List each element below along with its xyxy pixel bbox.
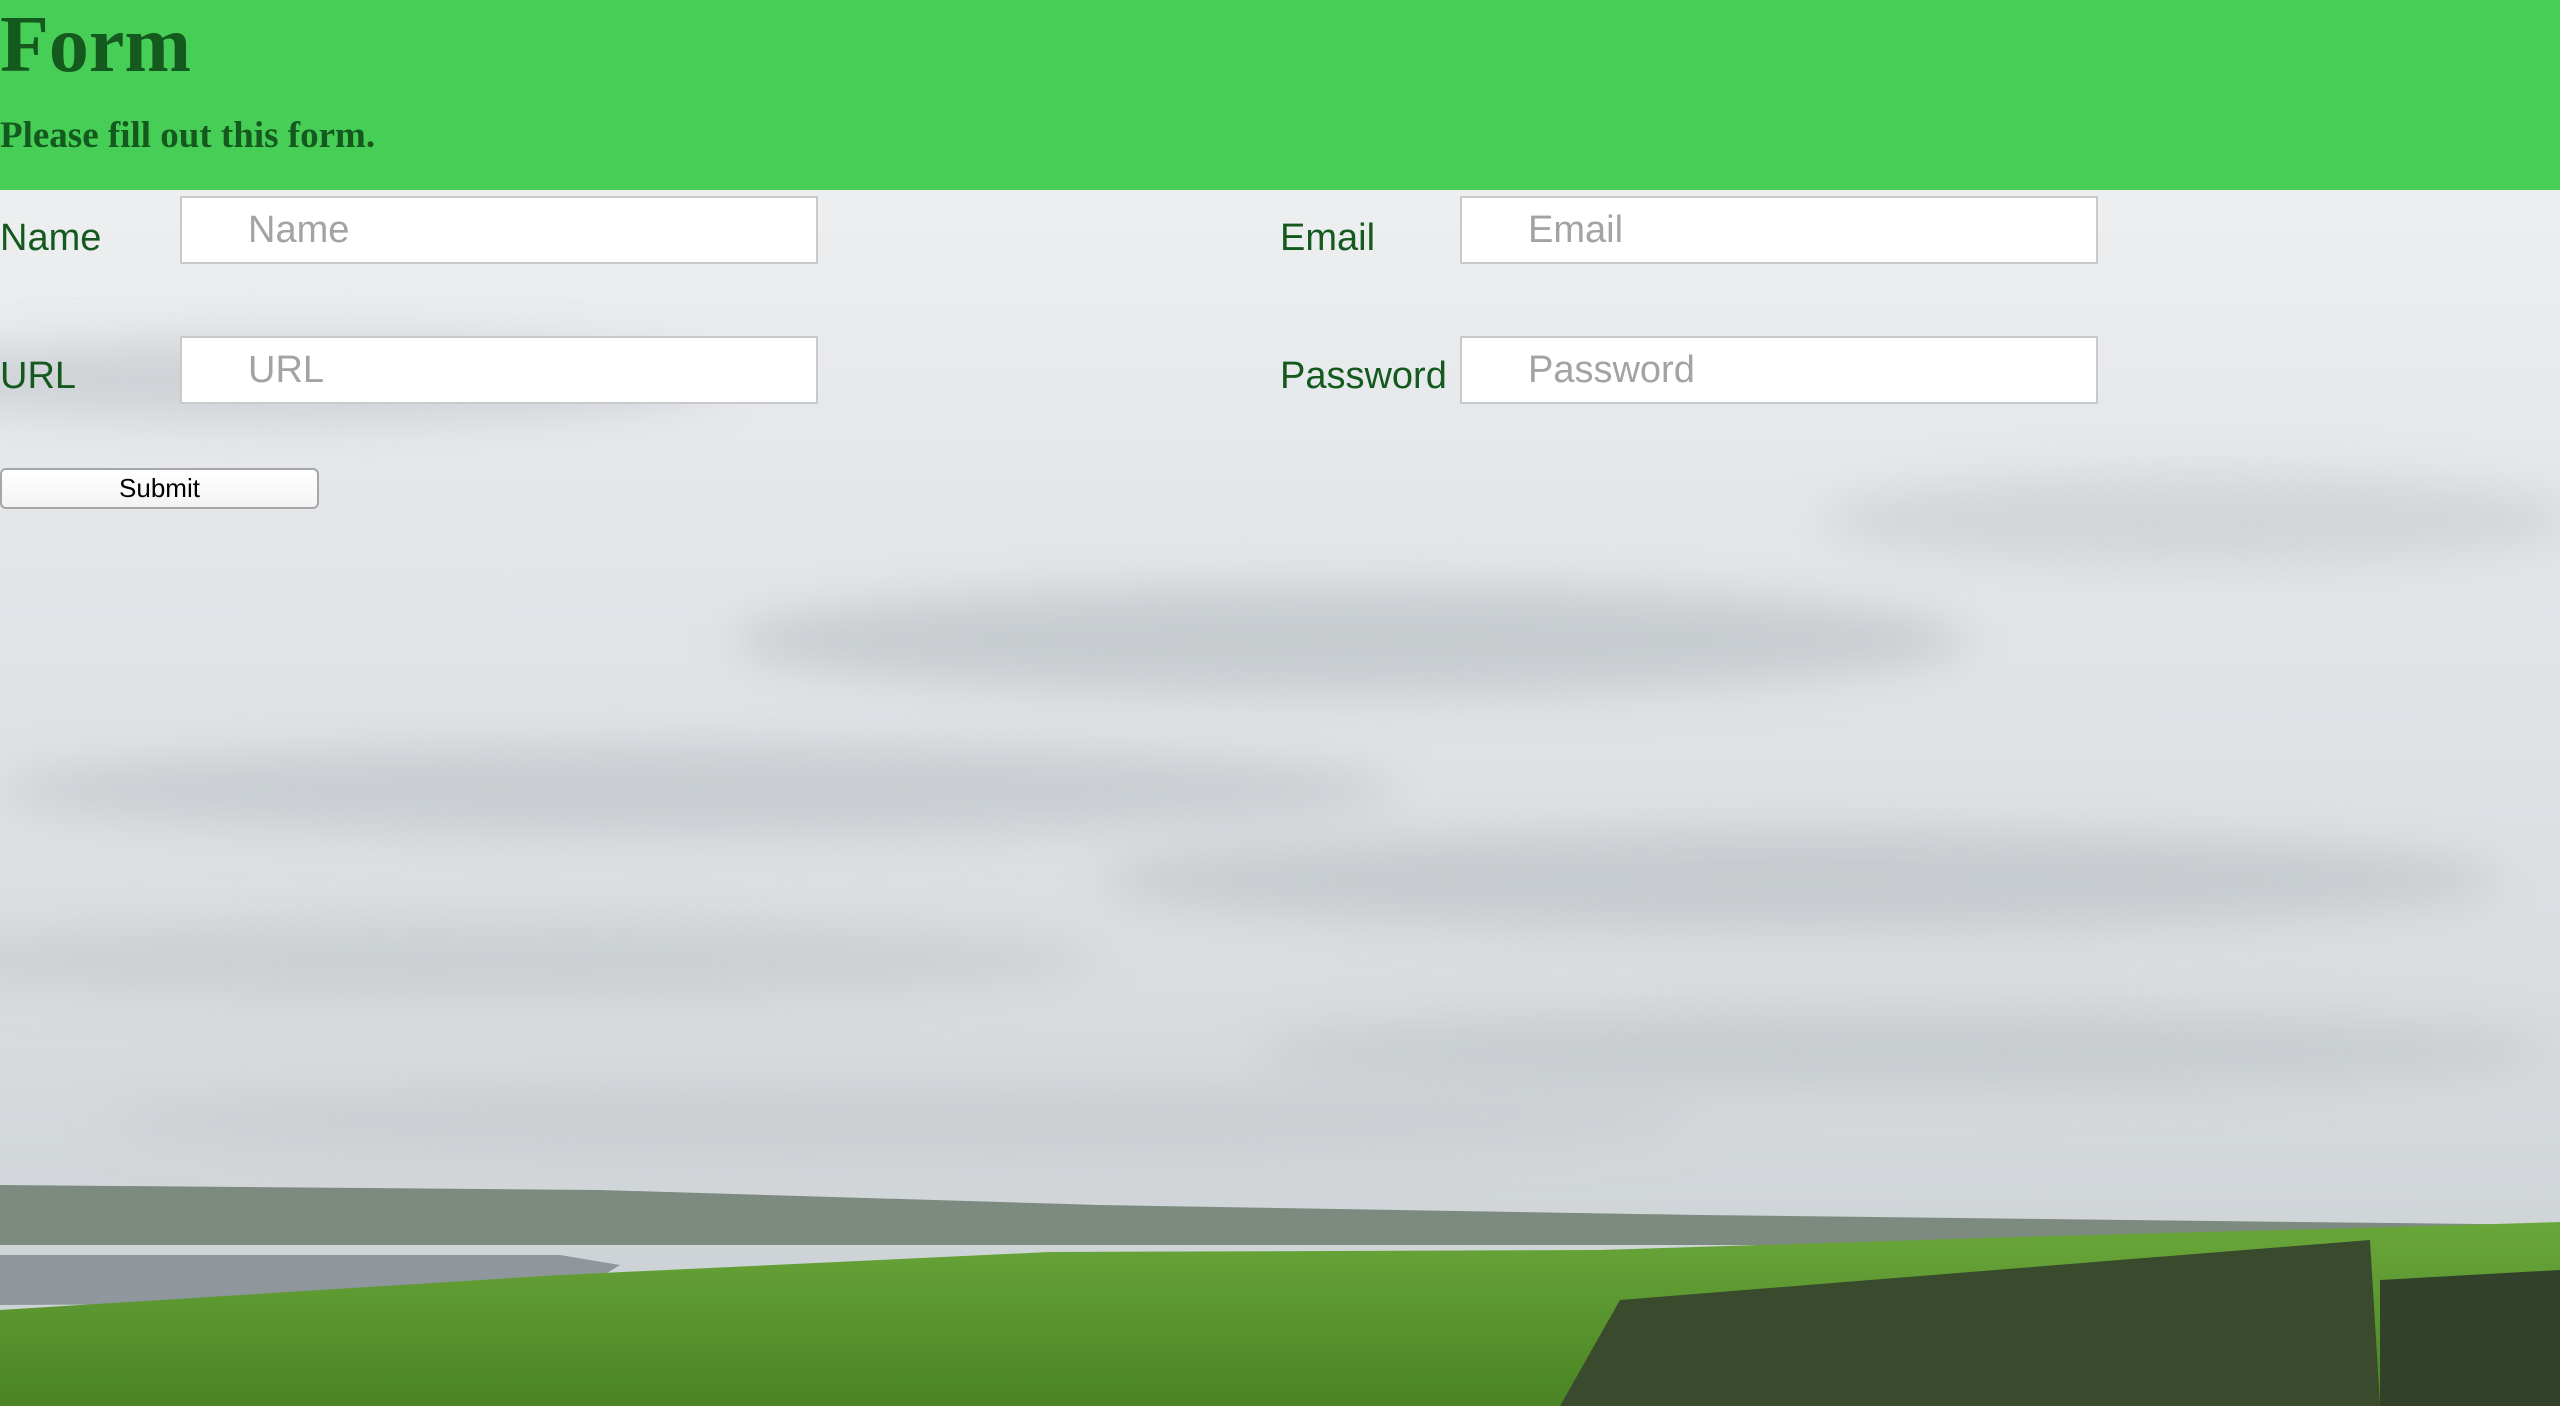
page-header: Form Please fill out this form. bbox=[0, 0, 2560, 190]
page-title: Form bbox=[0, 1, 192, 89]
email-input[interactable] bbox=[1460, 196, 2098, 264]
name-label: Name bbox=[0, 217, 102, 259]
submit-button[interactable]: Submit bbox=[0, 468, 319, 509]
signup-form: Name Email URL Password Submit bbox=[0, 190, 2560, 530]
url-input[interactable] bbox=[180, 336, 818, 404]
name-input[interactable] bbox=[180, 196, 818, 264]
password-label: Password bbox=[1280, 355, 1447, 397]
email-label: Email bbox=[1280, 217, 1376, 259]
page-subtitle: Please fill out this form. bbox=[0, 115, 376, 156]
url-label: URL bbox=[0, 355, 77, 397]
password-input[interactable] bbox=[1460, 336, 2098, 404]
